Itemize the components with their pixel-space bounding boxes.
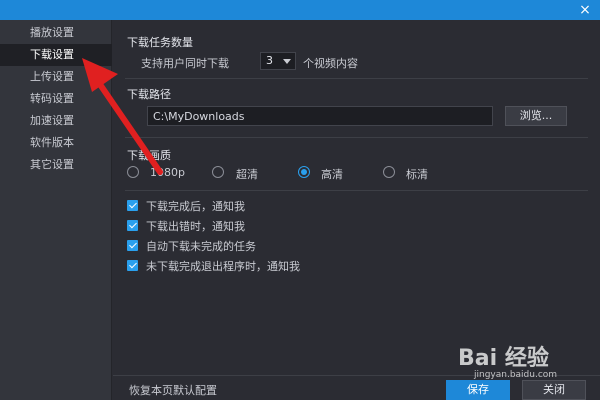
task-count-value: 3: [266, 54, 273, 67]
radio-button[interactable]: [127, 166, 139, 178]
tasks-prefix-label: 支持用户同时下载: [141, 57, 229, 70]
tasks-suffix-label: 个视频内容: [303, 57, 358, 70]
restore-defaults-link[interactable]: 恢复本页默认配置: [129, 382, 217, 398]
radio-button[interactable]: [212, 166, 224, 178]
watermark-site: jingyan.baidu.com: [474, 370, 558, 380]
sidebar-item-version[interactable]: 软件版本: [0, 132, 112, 154]
download-path-input[interactable]: [147, 106, 493, 126]
sidebar-item-transcode[interactable]: 转码设置: [0, 88, 112, 110]
title-bar: ×: [0, 0, 600, 20]
checkbox-checked[interactable]: [127, 220, 138, 231]
section-title-tasks: 下载任务数量: [127, 36, 193, 49]
baidu-watermark: Bai 经验 jingyan.baidu.com: [458, 330, 598, 390]
section-title-quality: 下载画质: [127, 149, 171, 162]
sidebar-item-other[interactable]: 其它设置: [0, 154, 112, 176]
task-count-select[interactable]: 3: [260, 52, 296, 70]
divider: [125, 78, 588, 79]
settings-sidebar: 播放设置 下载设置 上传设置 转码设置 加速设置 软件版本 其它设置: [0, 20, 112, 400]
browse-button[interactable]: 浏览...: [505, 106, 567, 126]
sidebar-item-upload[interactable]: 上传设置: [0, 66, 112, 88]
checkbox-checked[interactable]: [127, 240, 138, 251]
divider: [125, 137, 588, 138]
radio-button[interactable]: [383, 166, 395, 178]
radio-button-selected[interactable]: [298, 166, 310, 178]
baidu-logo: Bai 经验: [458, 346, 549, 371]
close-icon[interactable]: ×: [576, 1, 594, 19]
chevron-down-icon: [283, 59, 291, 64]
section-title-path: 下载路径: [127, 88, 171, 101]
checkbox-checked[interactable]: [127, 260, 138, 271]
sidebar-item-playback[interactable]: 播放设置: [0, 22, 112, 44]
checkbox-checked[interactable]: [127, 200, 138, 211]
sidebar-item-acceleration[interactable]: 加速设置: [0, 110, 112, 132]
divider: [125, 190, 588, 191]
sidebar-item-download[interactable]: 下载设置: [0, 44, 112, 66]
